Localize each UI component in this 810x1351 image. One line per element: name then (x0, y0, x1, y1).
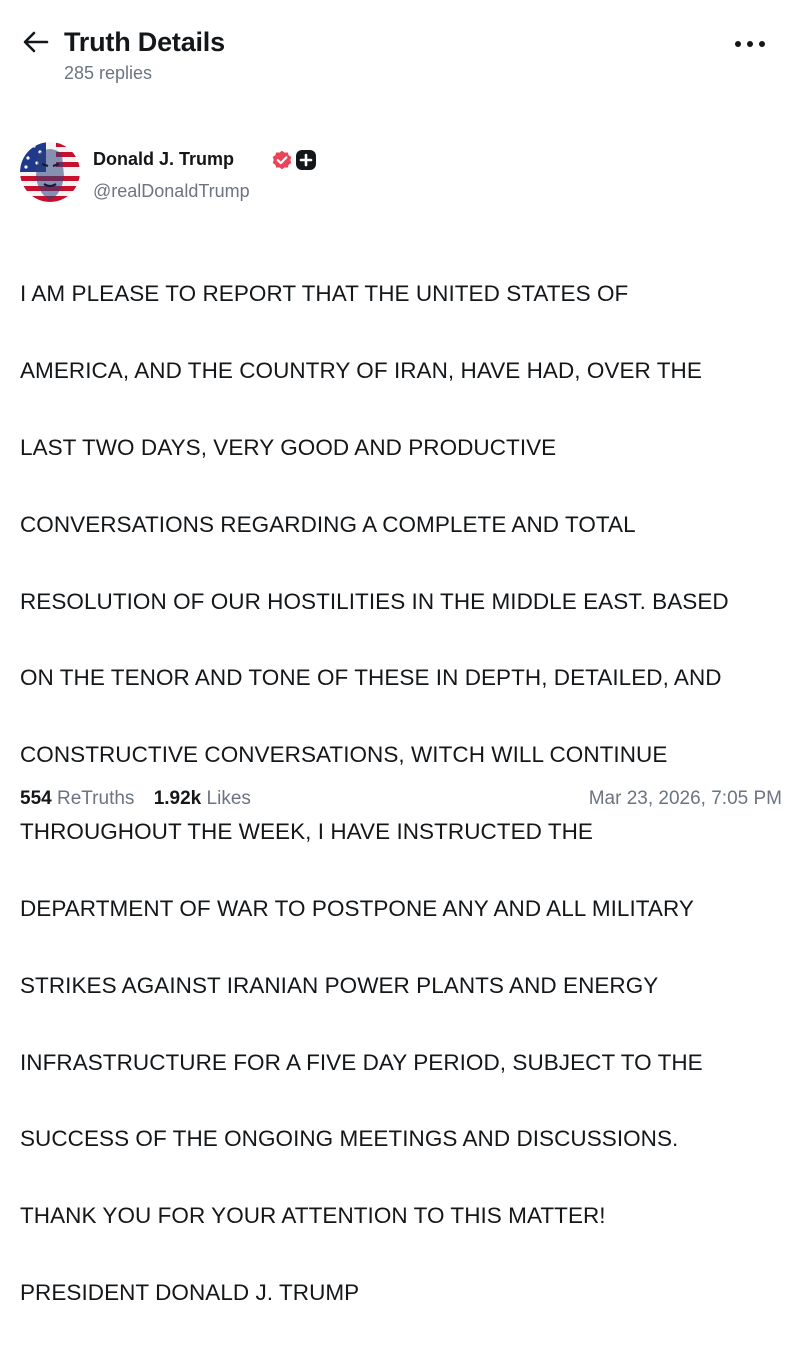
arrow-left-icon (23, 31, 49, 53)
post-stats: 554 ReTruths 1.92k Likes (20, 786, 251, 812)
likes-label: Likes (206, 788, 251, 809)
post-text-line: RESOLUTION OF OUR HOSTILITIES IN THE MID… (20, 588, 729, 614)
post-timestamp: Mar 23, 2026, 7:05 PM (588, 788, 782, 809)
retruths-count: 554 (20, 788, 52, 809)
author-name[interactable]: Donald J. Trump (93, 148, 234, 170)
plus-badge-icon (296, 150, 316, 170)
post-text-line: ON THE TENOR AND TONE OF THESE IN DEPTH,… (20, 665, 722, 691)
likes-link[interactable]: 1.92k Likes (154, 786, 251, 812)
post-text-line: PRESIDENT DONALD J. TRUMP (20, 1279, 360, 1305)
post-text-line: DEPARTMENT OF WAR TO POSTPONE ANY AND AL… (20, 895, 694, 921)
post-text-line: THROUGHOUT THE WEEK, I HAVE INSTRUCTED T… (20, 819, 593, 845)
avatar[interactable] (20, 142, 80, 202)
back-button[interactable] (20, 26, 52, 58)
page-title: Truth Details (64, 27, 225, 57)
post-text-line: AMERICA, AND THE COUNTRY OF IRAN, HAVE H… (20, 358, 702, 384)
post-author: Donald J. Trump @realDonaldTrump (20, 142, 790, 206)
post-text-line: INFRASTRUCTURE FOR A FIVE DAY PERIOD, SU… (20, 1049, 703, 1075)
retruths-link[interactable]: 554 ReTruths (20, 786, 134, 812)
author-handle[interactable]: @realDonaldTrump (93, 180, 250, 202)
post-text-line: I AM PLEASE TO REPORT THAT THE UNITED ST… (20, 281, 629, 307)
reply-count: 285 replies (64, 63, 153, 83)
verified-badge-icon (272, 150, 292, 170)
post-text-line: THANK YOU FOR YOUR ATTENTION TO THIS MAT… (20, 1203, 606, 1229)
avatar-image (20, 142, 80, 202)
page-header: Truth Details 285 replies (0, 0, 810, 100)
post-text-line: STRIKES AGAINST IRANIAN POWER PLANTS AND… (20, 972, 659, 998)
retruths-label: ReTruths (56, 788, 135, 809)
post-text-line: LAST TWO DAYS, VERY GOOD AND PRODUCTIVE (20, 435, 557, 461)
post-text-line: SUCCESS OF THE ONGOING MEETINGS AND DISC… (20, 1126, 679, 1152)
more-options-button[interactable] (728, 30, 772, 58)
post-text-line: CONVERSATIONS REGARDING A COMPLETE AND T… (20, 511, 636, 537)
likes-count: 1.92k (153, 788, 202, 809)
more-horizontal-icon (735, 41, 765, 47)
post-text-line: CONSTRUCTIVE CONVERSATIONS, WITCH WILL C… (20, 742, 668, 768)
